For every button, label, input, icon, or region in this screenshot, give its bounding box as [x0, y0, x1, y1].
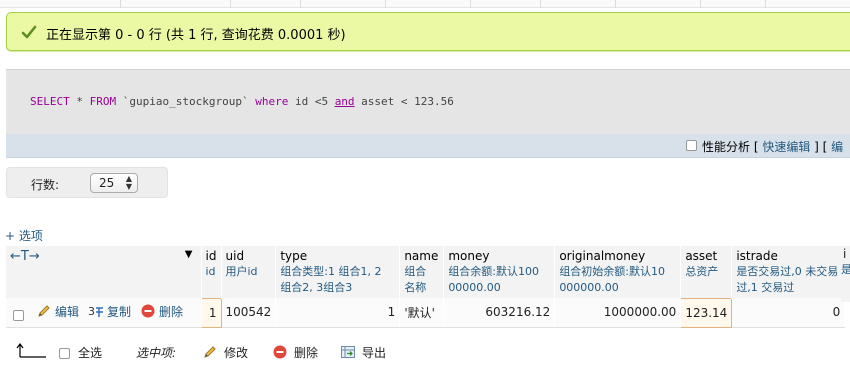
column-name: type — [280, 249, 308, 263]
profiling-checkbox[interactable] — [686, 140, 697, 151]
success-message: 正在显示第 0 - 0 行 (共 1 行, 查询花费 0.0001 秒) — [6, 12, 850, 51]
column-comment: 组合类型:1 组合1, 2 组合2, 3组合3 — [280, 265, 382, 294]
export-icon — [341, 346, 355, 358]
sql-keyword-and[interactable]: and — [335, 95, 355, 108]
column-header-type[interactable]: type 组合类型:1 组合1, 2 组合2, 3组合3 — [275, 246, 401, 298]
column-header-id[interactable]: id id — [201, 246, 222, 298]
select-all-checkbox[interactable] — [59, 348, 70, 359]
sql-keyword-select: SELECT — [30, 95, 70, 108]
row-checkbox[interactable] — [13, 310, 24, 321]
sort-triangle-icon[interactable]: ▼ — [185, 247, 193, 263]
cell-uid[interactable]: 100542 — [221, 298, 277, 328]
cell-money[interactable]: 603216.12 — [443, 298, 556, 328]
cell-type[interactable]: 1 — [275, 298, 401, 328]
column-name: name — [404, 249, 439, 263]
column-name: i — [843, 247, 847, 261]
column-comment: 是 — [841, 263, 850, 276]
sql-condition-1: id <5 — [288, 95, 335, 108]
rows-per-page-select[interactable]: 25 ▲ ▼ — [90, 173, 138, 193]
arrow-up-left-icon — [16, 343, 46, 358]
column-header-money[interactable]: money 组合余额:默认10000000.00 — [443, 246, 556, 298]
column-comment: 用户id — [225, 265, 258, 278]
column-name: asset — [685, 249, 718, 263]
row-copy-button[interactable]: 3 复制 — [88, 303, 131, 320]
column-comment: 是否交易过,0 未交易过,1 交易过 — [736, 265, 839, 294]
row-actions-cell: 编辑 3 复制 删除 — [6, 298, 202, 328]
bulk-edit-label: 修改 — [224, 346, 249, 360]
edit-label: 编辑 — [55, 304, 80, 319]
delete-icon — [273, 345, 287, 359]
bracket-separator: ] [ — [810, 140, 832, 154]
table-row: 编辑 3 复制 删除 1 100542 1 '默认' 603216.12 100000… — [6, 297, 846, 328]
bulk-export-label: 导出 — [362, 346, 387, 360]
toolbar-links: 性能分析 [ 快速编辑 ] [ 编 — [702, 138, 843, 155]
edit-link[interactable]: 编 — [831, 140, 843, 154]
pencil-icon — [204, 346, 216, 358]
rows-label: 行数: — [31, 178, 60, 192]
cell-istrade[interactable]: 0 — [731, 298, 846, 328]
sql-value: 123.56 — [414, 95, 454, 108]
cell-originalmoney[interactable]: 1000000.00 — [554, 298, 682, 328]
checkmark-icon — [21, 25, 37, 39]
column-name: money — [448, 249, 490, 263]
with-selected-label: 选中项: — [136, 346, 177, 360]
inline-edit-link[interactable]: 快速编辑 — [762, 140, 810, 154]
column-comment: 组合初始余额:默认10000000.00 — [559, 265, 666, 294]
cell-id[interactable]: 1 — [200, 297, 222, 328]
results-table: ←T→ ▼ id id uid 用户id type 组合类型:1 组合1, 2 组合2,… — [6, 246, 846, 328]
sql-query-text[interactable]: SELECT * FROM `gupiao_stockgroup` where … — [30, 95, 454, 108]
select-arrows-icon: ▲ ▼ — [125, 174, 132, 191]
column-header-name[interactable]: name 组合名称 — [399, 246, 445, 298]
sql-keyword-where: where — [255, 95, 289, 108]
delete-label: 删除 — [159, 304, 184, 319]
options-link[interactable]: + 选项 — [5, 227, 43, 244]
column-header-asset[interactable]: asset 总资产 — [680, 246, 733, 298]
sql-table-name: `gupiao_stockgroup` — [116, 95, 256, 108]
sql-keyword-from: FROM — [89, 95, 117, 108]
profiling-label: 性能分析 — [702, 140, 751, 154]
column-resize-arrows-icon[interactable]: ←T→ — [10, 249, 40, 264]
column-name: originalmoney — [559, 249, 646, 263]
sql-star: * — [69, 95, 90, 108]
svg-text:3: 3 — [88, 305, 95, 318]
column-comment: 组合余额:默认10000000.00 — [448, 265, 540, 294]
query-toolbar: 性能分析 [ 快速编辑 ] [ 编 — [6, 134, 850, 158]
bulk-export-button[interactable]: 导出 — [340, 344, 386, 361]
column-comment: id — [205, 265, 216, 278]
column-header-uid[interactable]: uid 用户id — [221, 246, 277, 298]
success-message-text: 正在显示第 0 - 0 行 (共 1 行, 查询花费 0.0001 秒) — [46, 28, 346, 43]
bulk-delete-label: 删除 — [294, 346, 319, 360]
bulk-delete-button[interactable]: 删除 — [272, 344, 318, 361]
copy-icon: 3 — [88, 305, 104, 318]
column-arrows-header: ←T→ ▼ — [6, 246, 202, 298]
column-comment: 总资产 — [685, 265, 719, 278]
column-comment: 组合名称 — [404, 265, 427, 294]
column-name: id — [205, 249, 217, 263]
rows-value: 25 — [99, 176, 115, 190]
row-delete-button[interactable]: 删除 — [140, 303, 183, 320]
row-edit-button[interactable]: 编辑 — [36, 303, 79, 320]
column-name: uid — [225, 249, 245, 263]
column-header-originalmoney[interactable]: originalmoney 组合初始余额:默认10000000.00 — [554, 246, 682, 298]
rows-per-page-control: 行数: 25 ▲ ▼ — [6, 167, 168, 198]
copy-label: 复制 — [107, 304, 132, 319]
bulk-edit-button[interactable]: 修改 — [202, 344, 248, 361]
bulk-actions-bar: 全选 选中项: 修改 删除 导出 — [16, 342, 436, 362]
column-header-cut[interactable]: i是 — [841, 246, 850, 302]
header-row: ←T→ ▼ id id uid 用户id type 组合类型:1 组合1, 2 组合2,… — [6, 246, 846, 298]
column-header-istrade[interactable]: istrade 是否交易过,0 未交易过,1 交易过 — [731, 246, 846, 298]
select-all-label[interactable]: 全选 — [78, 344, 102, 361]
cell-name[interactable]: '默认' — [399, 298, 445, 328]
sql-query-box: SELECT * FROM `gupiao_stockgroup` where … — [6, 69, 850, 134]
cell-asset[interactable]: 123.14 — [680, 297, 733, 328]
pencil-icon — [38, 305, 50, 317]
delete-icon — [141, 304, 155, 318]
column-name: istrade — [736, 249, 778, 263]
sql-condition-2: asset < — [354, 95, 415, 108]
top-tabs-strip — [0, 0, 850, 8]
